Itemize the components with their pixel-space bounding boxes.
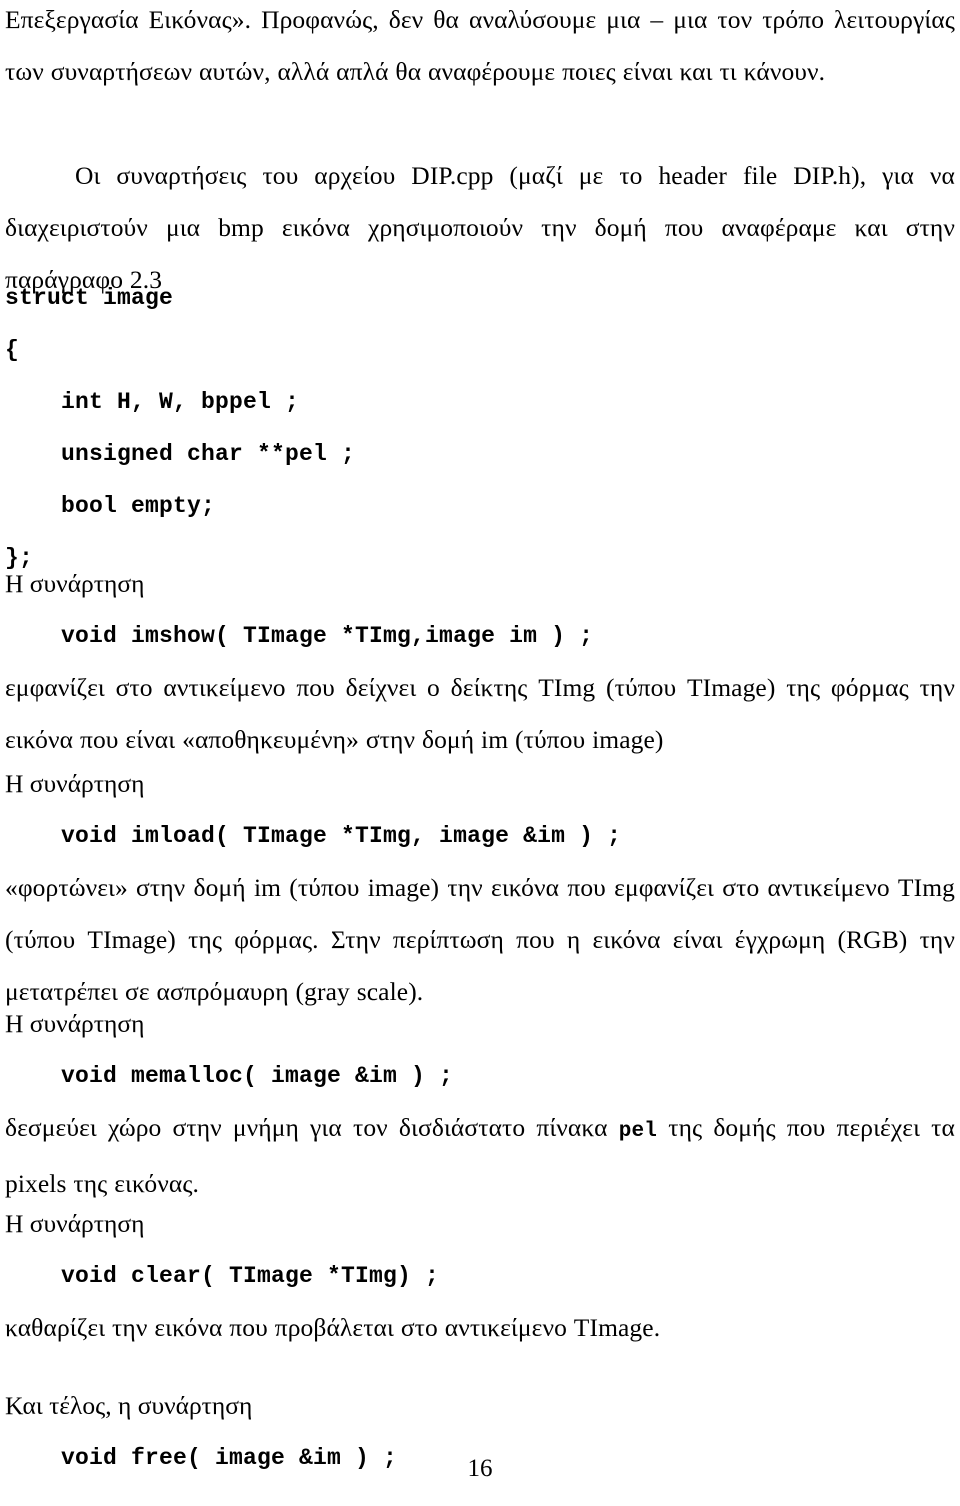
- struct-image-code-block: struct image { int H, W, bppel ; unsigne…: [5, 272, 705, 584]
- function-signature: void clear( TImage *TImg) ;: [61, 1263, 440, 1289]
- code-line: int H, W, bppel ;: [5, 389, 300, 415]
- document-page: Επεξεργασία Εικόνας». Προφανώς, δεν θα α…: [0, 0, 960, 1506]
- section-description: καθαρίζει την εικόνα που προβάλεται στο …: [5, 1313, 661, 1342]
- code-line: {: [5, 337, 20, 363]
- section-memalloc: Η συνάρτηση void memalloc( image &im ) ;…: [5, 998, 955, 1210]
- section-label: Η συνάρτηση: [5, 1209, 145, 1238]
- function-signature: void imload( TImage *TImg, image &im ) ;: [61, 823, 622, 849]
- intro-paragraph-1: Επεξεργασία Εικόνας». Προφανώς, δεν θα α…: [5, 5, 955, 86]
- section-description: «φορτώνει» στην δομή im (τύπου image) τη…: [5, 873, 955, 1006]
- section-description: εμφανίζει στο αντικείμενο που δείχνει ο …: [5, 673, 955, 754]
- code-line: struct image: [5, 285, 174, 311]
- inline-code-pel: pel: [618, 1120, 658, 1143]
- section-label: Η συνάρτηση: [5, 1009, 145, 1038]
- section-imshow: Η συνάρτηση void imshow( TImage *TImg,im…: [5, 558, 955, 766]
- section-clear: Η συνάρτηση void clear( TImage *TImg) ; …: [5, 1198, 955, 1354]
- section-label: Η συνάρτηση: [5, 569, 145, 598]
- intro-block: Επεξεργασία Εικόνας». Προφανώς, δεν θα α…: [5, 0, 955, 306]
- section-description: δεσμεύει χώρο στην μνήμη για τον δισδιάσ…: [5, 1102, 955, 1210]
- page-number: 16: [467, 1455, 493, 1482]
- function-signature: void memalloc( image &im ) ;: [61, 1063, 454, 1089]
- section-label: Η συνάρτηση: [5, 769, 145, 798]
- description-text-before: δεσμεύει χώρο στην μνήμη για τον δισδιάσ…: [5, 1113, 619, 1142]
- code-line: unsigned char **pel ;: [5, 441, 356, 467]
- code-line: bool empty;: [5, 493, 216, 519]
- section-label: Και τέλος, η συνάρτηση: [5, 1391, 253, 1420]
- function-signature: void imshow( TImage *TImg,image im ) ;: [61, 623, 594, 649]
- section-imload: Η συνάρτηση void imload( TImage *TImg, i…: [5, 758, 955, 1018]
